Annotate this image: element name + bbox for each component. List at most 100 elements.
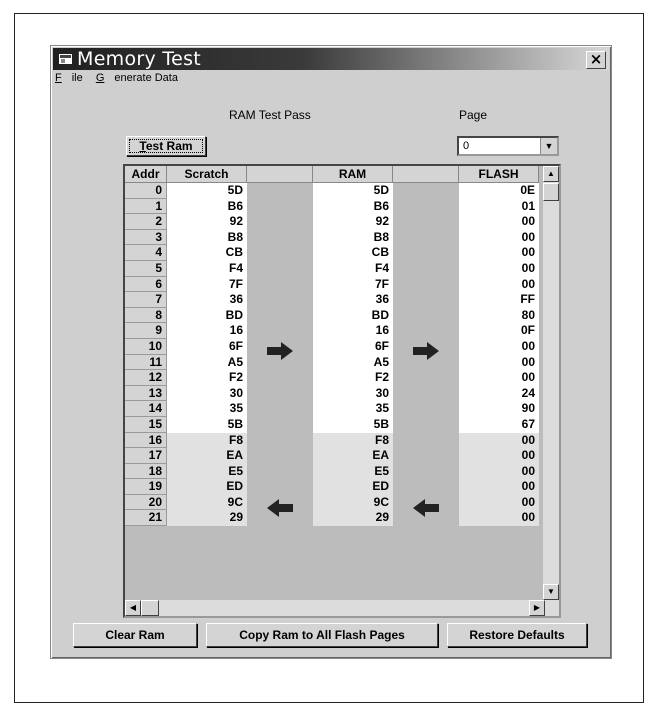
scratch-cell[interactable]: 7F [167,276,247,293]
scratch-cell[interactable]: 5B [167,416,247,433]
flash-cell[interactable]: 00 [459,463,539,480]
scratch-cell[interactable]: F4 [167,260,247,277]
ram-cell[interactable]: 16 [313,323,393,339]
flash-cell[interactable]: 00 [459,229,539,246]
ram-cell[interactable]: A5 [313,354,393,371]
scratch-cell[interactable]: A5 [167,354,247,371]
flash-cell[interactable]: FF [459,292,539,308]
ram-cell[interactable]: 30 [313,385,393,402]
scratch-cell[interactable]: 5D [167,183,247,199]
ram-cell[interactable]: 5D [313,183,393,199]
scratch-cell[interactable]: B6 [167,198,247,215]
scratch-cell[interactable]: 29 [167,510,247,527]
scroll-thumb[interactable] [543,183,559,201]
page-select-value: 0 [463,140,470,152]
flash-cell[interactable]: 00 [459,338,539,355]
vertical-scrollbar[interactable]: ▲ ▼ [543,166,559,616]
flash-cell[interactable]: 67 [459,416,539,433]
flash-cell[interactable]: 0F [459,323,539,339]
scroll-up-button[interactable]: ▲ [543,166,559,182]
scratch-cell[interactable]: F8 [167,432,247,449]
memory-grid: Addr Scratch RAM FLASH 0 1 2 3 4 5 6 7 8 9 10 11 12 1… [123,164,561,618]
ram-column: 5D B6 92 B8 CB F4 7F 36 BD 16 6F A5 F2 30 35 5B F8 EA E5 ED… [313,183,393,527]
ram-cell[interactable]: 9C [313,494,393,511]
flash-cell[interactable]: 00 [459,510,539,527]
scroll-h-thumb[interactable] [141,600,159,616]
page-select[interactable]: 0 ▼ [457,136,559,156]
horizontal-scrollbar[interactable]: ◀ ▶ [125,600,545,616]
ram-cell[interactable]: B8 [313,229,393,246]
flash-cell[interactable]: 00 [459,448,539,464]
menu-file[interactable]: File [55,72,83,84]
close-button[interactable]: × [586,51,606,69]
ram-cell[interactable]: ED [313,479,393,495]
test-ram-button[interactable]: Test Ram [126,136,206,156]
flash-cell[interactable]: 00 [459,370,539,386]
ram-cell[interactable]: 29 [313,510,393,527]
ram-cell[interactable]: E5 [313,463,393,480]
flash-cell[interactable]: 80 [459,307,539,324]
flash-cell[interactable]: 0E [459,183,539,199]
ram-cell[interactable]: CB [313,245,393,261]
scratch-cell[interactable]: E5 [167,463,247,480]
ram-cell[interactable]: B6 [313,198,393,215]
scratch-cell[interactable]: 92 [167,214,247,230]
ram-cell[interactable]: 36 [313,292,393,308]
ram-cell[interactable]: 92 [313,214,393,230]
title-bar[interactable]: Memory Test × [53,48,609,70]
header-blank-1 [247,166,313,183]
ram-cell[interactable]: F8 [313,432,393,449]
ram-cell[interactable]: 7F [313,276,393,293]
scroll-left-button[interactable]: ◀ [125,600,141,616]
ram-cell[interactable]: BD [313,307,393,324]
ram-cell[interactable]: EA [313,448,393,464]
flash-cell[interactable]: 24 [459,385,539,402]
header-ram: RAM [313,166,393,183]
scratch-cell[interactable]: 35 [167,401,247,417]
scratch-cell[interactable]: ED [167,479,247,495]
flash-cell[interactable]: 00 [459,245,539,261]
scratch-cell[interactable]: 16 [167,323,247,339]
arrow-left-icon[interactable] [413,499,439,517]
scratch-cell[interactable]: BD [167,307,247,324]
clear-ram-button[interactable]: Clear Ram [73,623,197,647]
flash-cell[interactable]: 00 [459,494,539,511]
memory-test-window: Memory Test × File Generate Data RAM Tes… [50,45,612,659]
chevron-down-icon[interactable]: ▼ [540,138,557,154]
scratch-cell[interactable]: 9C [167,494,247,511]
flash-cell[interactable]: 00 [459,354,539,371]
scratch-cell[interactable]: B8 [167,229,247,246]
scratch-cell[interactable]: 36 [167,292,247,308]
menu-generate-data[interactable]: Generate Data [96,72,178,84]
ram-cell[interactable]: 6F [313,338,393,355]
scratch-cell[interactable]: 6F [167,338,247,355]
scratch-cell[interactable]: F2 [167,370,247,386]
flash-cell[interactable]: 00 [459,479,539,495]
addr-cell: 10 [125,338,167,355]
copy-ram-button[interactable]: Copy Ram to All Flash Pages [206,623,438,647]
scroll-right-button[interactable]: ▶ [529,600,545,616]
arrow-left-icon[interactable] [267,499,293,517]
addr-cell: 14 [125,401,167,417]
flash-cell[interactable]: 00 [459,260,539,277]
addr-cell: 16 [125,432,167,449]
page-label: Page [459,108,488,122]
flash-cell[interactable]: 00 [459,214,539,230]
scratch-cell[interactable]: 30 [167,385,247,402]
flash-cell[interactable]: 00 [459,432,539,449]
flash-cell[interactable]: 01 [459,198,539,215]
flash-cell[interactable]: 00 [459,276,539,293]
scratch-cell[interactable]: CB [167,245,247,261]
flash-cell[interactable]: 90 [459,401,539,417]
scratch-cell[interactable]: EA [167,448,247,464]
arrow-right-icon[interactable] [413,342,439,360]
ram-cell[interactable]: F4 [313,260,393,277]
scroll-down-button[interactable]: ▼ [543,584,559,600]
ram-cell[interactable]: F2 [313,370,393,386]
ram-cell[interactable]: 35 [313,401,393,417]
arrow-right-icon[interactable] [267,342,293,360]
addr-cell: 17 [125,448,167,464]
ram-cell[interactable]: 5B [313,416,393,433]
restore-defaults-button[interactable]: Restore Defaults [447,623,587,647]
addr-cell: 5 [125,260,167,277]
